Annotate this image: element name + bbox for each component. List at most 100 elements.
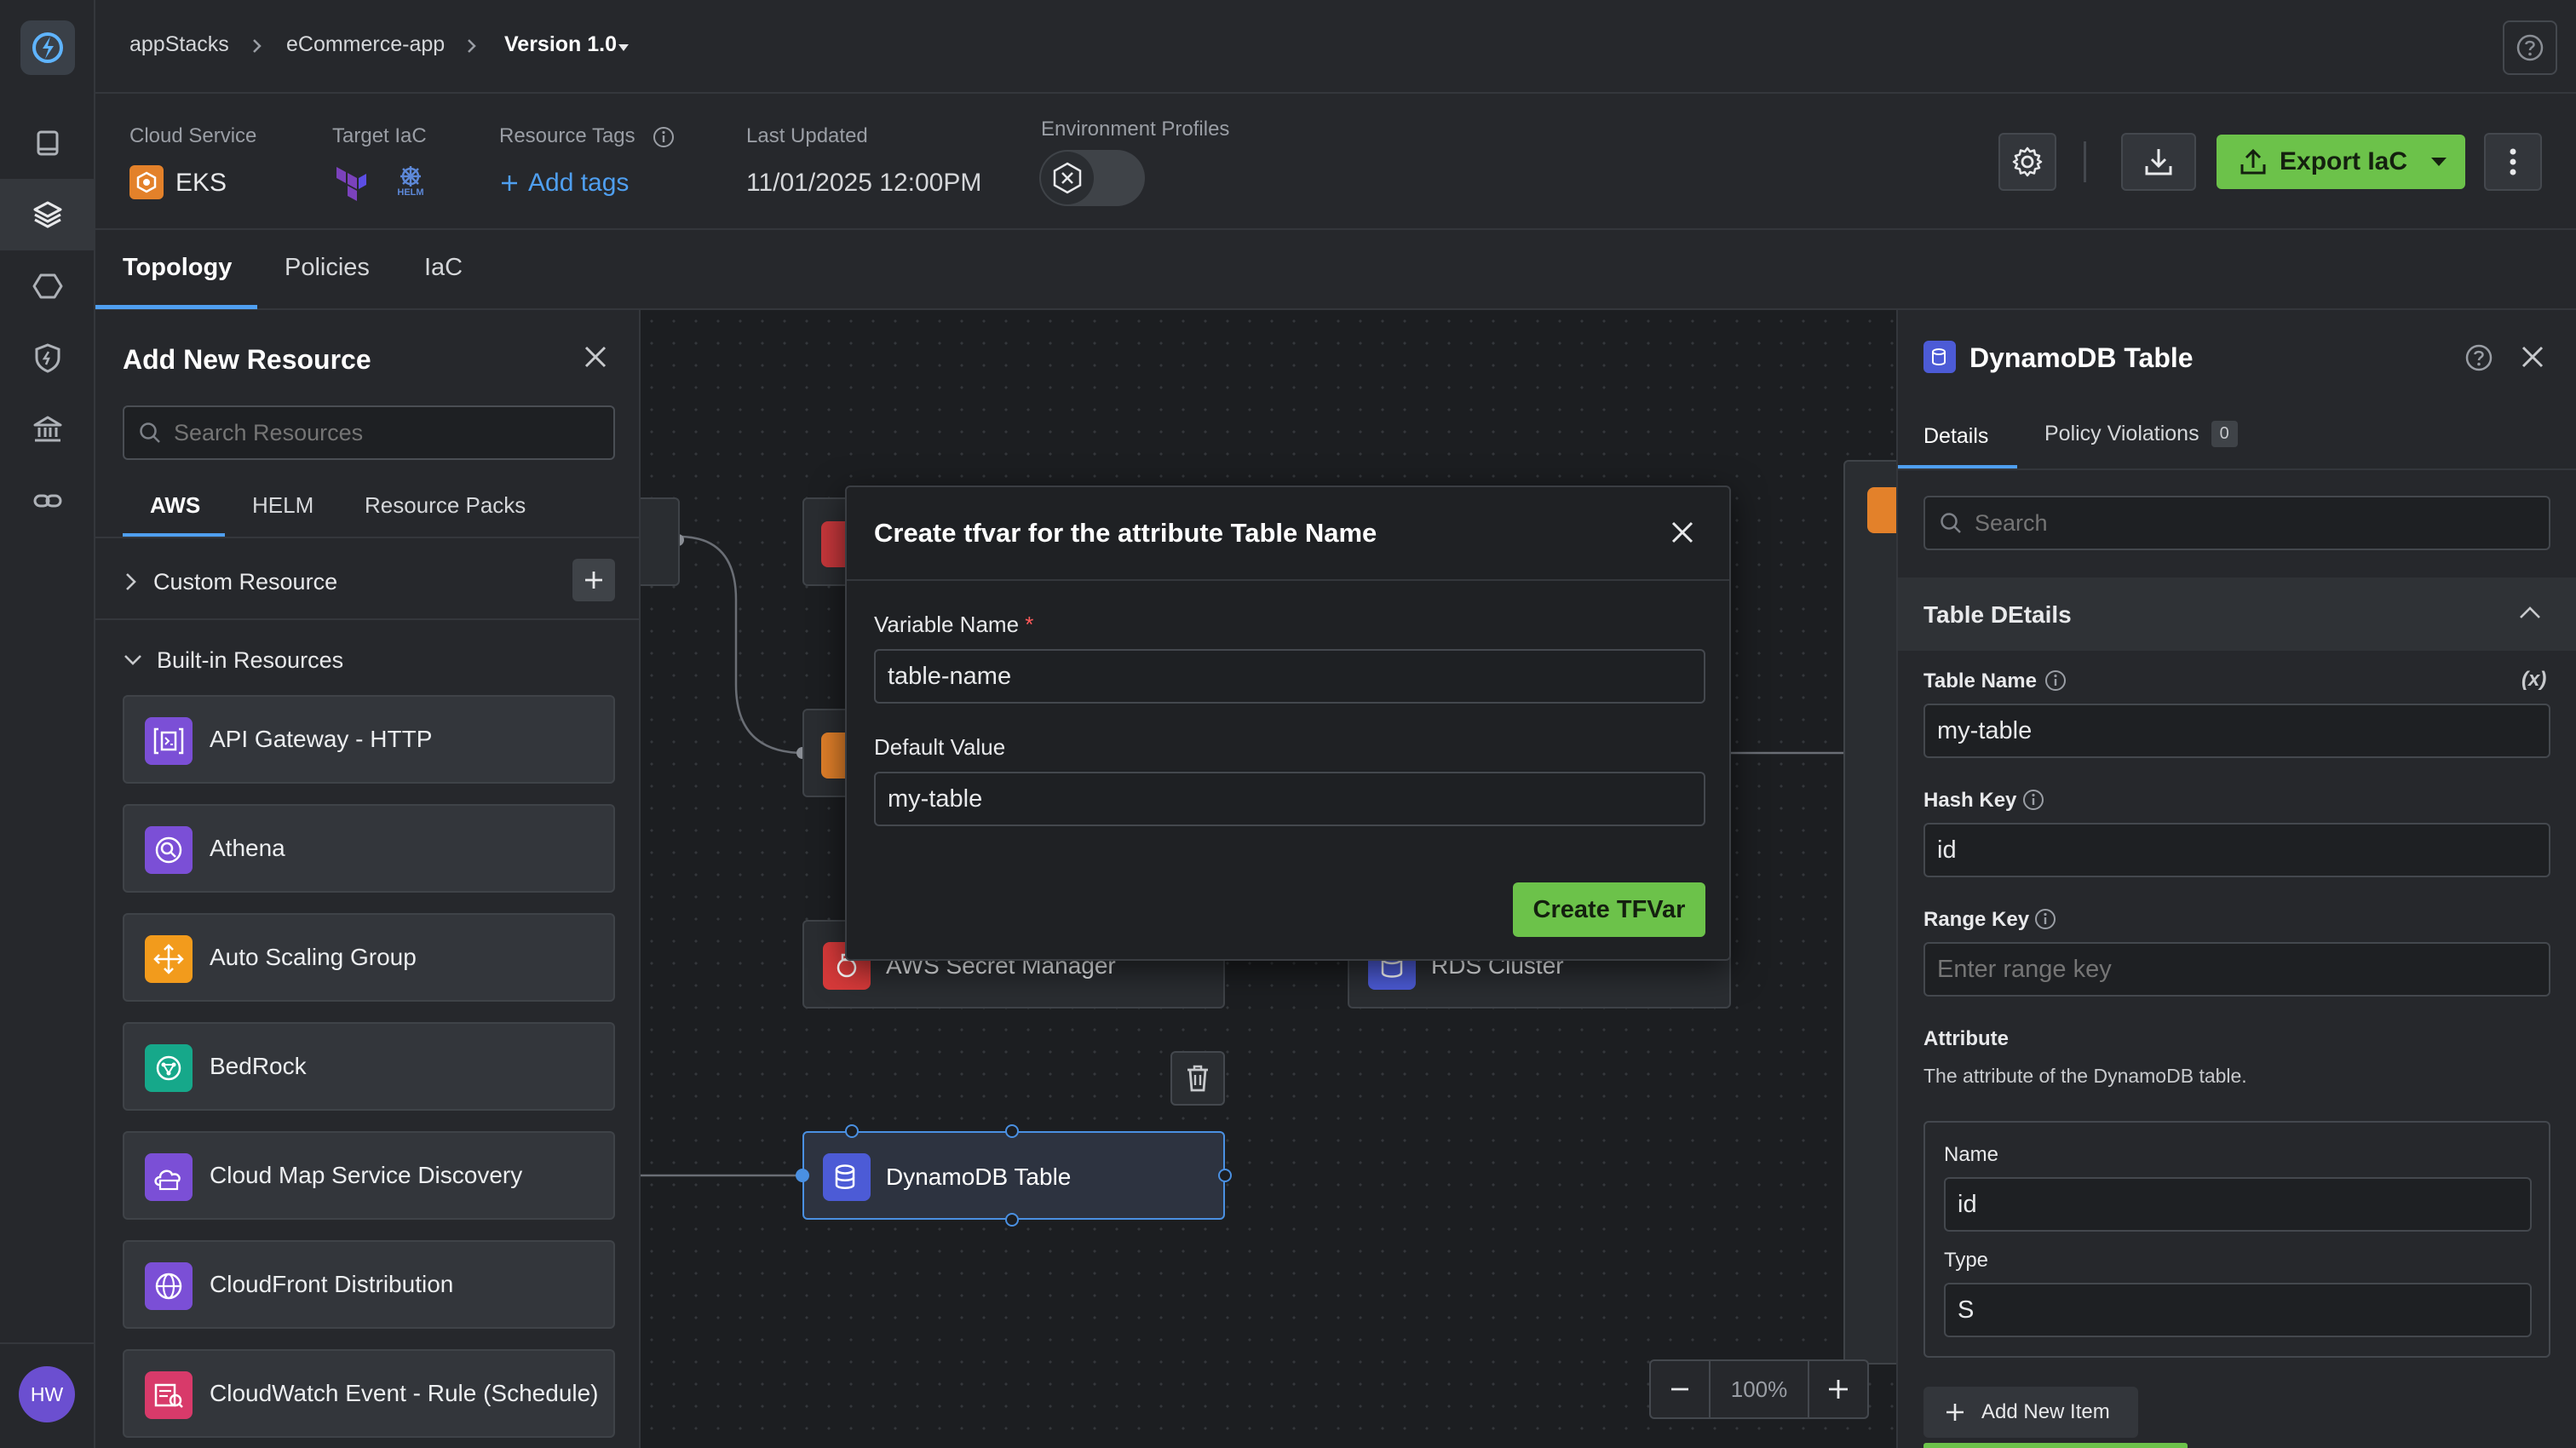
resource-cloud-map[interactable]: Cloud Map Service Discovery bbox=[123, 1131, 615, 1220]
app-logo[interactable] bbox=[20, 20, 75, 75]
download-button[interactable] bbox=[2121, 133, 2196, 191]
custom-resource-row[interactable]: Custom Resource bbox=[123, 557, 615, 606]
delete-node-button[interactable] bbox=[1170, 1051, 1225, 1106]
table-name-input[interactable]: my-table bbox=[1923, 704, 2550, 758]
tab-aws[interactable]: AWS bbox=[150, 492, 200, 519]
resource-athena[interactable]: Athena bbox=[123, 804, 615, 893]
save-button-partial[interactable] bbox=[1923, 1443, 2188, 1448]
attr-name-input[interactable]: id bbox=[1944, 1177, 2532, 1232]
breadcrumb-appstacks[interactable]: appStacks bbox=[129, 32, 229, 57]
active-tab-indicator bbox=[95, 305, 257, 309]
resource-tags-label: Resource Tags bbox=[499, 124, 635, 147]
zoom-in-button[interactable] bbox=[1808, 1361, 1867, 1417]
rail-integrations-button[interactable] bbox=[0, 465, 95, 537]
breadcrumb-ecommerce-app[interactable]: eCommerce-app bbox=[286, 32, 445, 57]
details-search-input[interactable] bbox=[1975, 509, 2520, 537]
variable-name-label-text: Variable Name bbox=[874, 612, 1020, 637]
more-options-button[interactable] bbox=[2484, 133, 2542, 191]
canvas-node-partial[interactable] bbox=[641, 497, 680, 586]
add-new-item-label: Add New Item bbox=[1981, 1400, 2110, 1423]
tab-helm[interactable]: HELM bbox=[252, 492, 313, 519]
version-dropdown[interactable]: Version 1.0 bbox=[504, 32, 617, 57]
search-icon bbox=[1941, 513, 1961, 533]
info-icon[interactable] bbox=[2044, 669, 2067, 692]
zoom-controls: 100% bbox=[1649, 1359, 1869, 1419]
cloudfront-icon bbox=[145, 1262, 193, 1310]
rail-stacks-button[interactable] bbox=[0, 179, 95, 250]
modal-title: Create tfvar for the attribute Table Nam… bbox=[874, 518, 1377, 548]
attribute-description: The attribute of the DynamoDB table. bbox=[1923, 1065, 2247, 1087]
add-tags-button[interactable]: Add tags bbox=[499, 169, 629, 198]
details-search[interactable] bbox=[1923, 496, 2550, 550]
layers-icon bbox=[33, 201, 62, 228]
connector-handle-top[interactable] bbox=[845, 1124, 859, 1138]
connector-handle-left[interactable] bbox=[796, 1169, 809, 1182]
connector-handle-top[interactable] bbox=[1005, 1124, 1019, 1138]
range-key-field[interactable] bbox=[1923, 942, 2550, 997]
attribute-label: Attribute bbox=[1923, 1027, 2009, 1050]
hash-key-input[interactable]: id bbox=[1923, 823, 2550, 877]
resource-search-input[interactable] bbox=[174, 419, 583, 446]
caret-down-icon bbox=[2431, 158, 2447, 166]
resource-label: Cloud Map Service Discovery bbox=[210, 1162, 523, 1188]
help-button[interactable] bbox=[2503, 20, 2557, 75]
resource-cloudwatch-event[interactable]: CloudWatch Event - Rule (Schedule) bbox=[123, 1349, 615, 1438]
add-new-item-button[interactable]: Add New Item bbox=[1923, 1387, 2138, 1438]
caret-down-icon[interactable] bbox=[617, 43, 630, 53]
tab-topology[interactable]: Topology bbox=[123, 254, 232, 282]
info-icon[interactable] bbox=[2034, 908, 2056, 930]
env-profiles-toggle[interactable] bbox=[1039, 150, 1145, 206]
athena-icon bbox=[145, 826, 193, 874]
close-icon[interactable] bbox=[583, 344, 608, 370]
connector-handle-bottom[interactable] bbox=[1005, 1213, 1019, 1227]
zoom-out-button[interactable] bbox=[1651, 1361, 1711, 1417]
connector-handle-right[interactable] bbox=[1218, 1169, 1232, 1182]
cloud-service-label: Cloud Service bbox=[129, 124, 257, 147]
resource-cloudfront-distribution[interactable]: CloudFront Distribution bbox=[123, 1240, 615, 1329]
tab-policies[interactable]: Policies bbox=[285, 254, 370, 282]
info-icon[interactable] bbox=[2022, 789, 2044, 811]
tab-policy-violations[interactable]: Policy Violations 0 bbox=[2044, 421, 2238, 447]
rail-org-button[interactable] bbox=[0, 394, 95, 465]
close-icon[interactable] bbox=[2520, 344, 2545, 370]
tab-iac[interactable]: IaC bbox=[424, 254, 463, 282]
builtin-resources-row[interactable]: Built-in Resources bbox=[123, 635, 615, 685]
close-icon[interactable] bbox=[1670, 520, 1695, 545]
help-icon[interactable] bbox=[2464, 342, 2494, 373]
create-tfvar-button[interactable]: Create TFVar bbox=[1513, 882, 1705, 937]
attr-type-input[interactable]: S bbox=[1944, 1283, 2532, 1337]
node-dynamodb-table[interactable]: DynamoDB Table bbox=[802, 1131, 1225, 1220]
canvas-group-partial[interactable] bbox=[1843, 460, 1896, 1365]
rail-modules-button[interactable] bbox=[0, 250, 95, 322]
export-iac-button[interactable]: Export IaC bbox=[2217, 135, 2465, 189]
minus-icon bbox=[1671, 1388, 1688, 1391]
resource-label: API Gateway - HTTP bbox=[210, 726, 433, 752]
resource-search[interactable] bbox=[123, 405, 615, 460]
table-details-section-header[interactable]: Table DEtails bbox=[1898, 577, 2576, 651]
tfvar-toggle-icon[interactable]: (x) bbox=[2521, 668, 2546, 692]
variable-name-input[interactable]: table-name bbox=[874, 649, 1705, 704]
cloud-service-value: EKS bbox=[175, 169, 227, 197]
resource-api-gateway-http[interactable]: API Gateway - HTTP bbox=[123, 695, 615, 784]
chevron-right-icon bbox=[126, 573, 136, 590]
trash-icon bbox=[1187, 1065, 1208, 1092]
create-tfvar-modal: Create tfvar for the attribute Table Nam… bbox=[845, 486, 1731, 961]
tab-resource-packs[interactable]: Resource Packs bbox=[365, 492, 526, 519]
resource-auto-scaling-group[interactable]: Auto Scaling Group bbox=[123, 913, 615, 1002]
tab-details[interactable]: Details bbox=[1923, 424, 1988, 449]
settings-button[interactable] bbox=[1998, 133, 2056, 191]
rail-policies-button[interactable] bbox=[0, 322, 95, 394]
default-value-input[interactable]: my-table bbox=[874, 772, 1705, 826]
add-custom-resource-button[interactable] bbox=[572, 559, 615, 601]
panel-title: Add New Resource bbox=[123, 344, 371, 375]
resource-bedrock[interactable]: BedRock bbox=[123, 1022, 615, 1111]
user-avatar[interactable]: HW bbox=[19, 1366, 75, 1422]
range-key-input[interactable] bbox=[1937, 955, 2533, 984]
section-title: Table DEtails bbox=[1923, 601, 2072, 628]
helm-icon: HELM bbox=[392, 165, 429, 201]
target-iac-label: Target IaC bbox=[332, 124, 427, 147]
table-name-label: Table Name bbox=[1923, 669, 2037, 692]
info-icon[interactable] bbox=[653, 126, 675, 148]
rail-docs-button[interactable] bbox=[0, 107, 95, 179]
last-updated-label: Last Updated bbox=[746, 124, 868, 147]
